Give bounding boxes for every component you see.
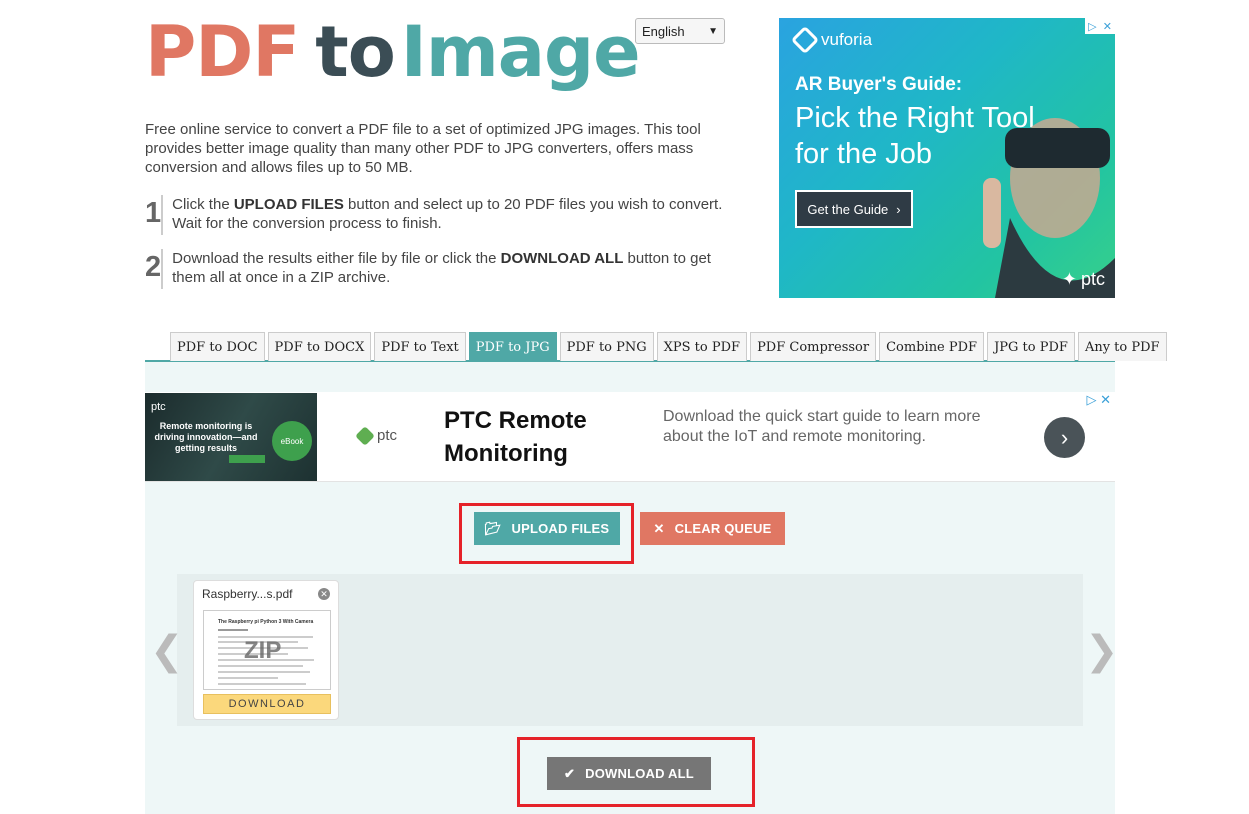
tab-pdf-to-doc[interactable]: PDF to DOC bbox=[170, 332, 265, 361]
step-1: 1 Click the UPLOAD FILES button and sele… bbox=[145, 195, 725, 235]
file-name: Raspberry...s.pdf bbox=[202, 587, 293, 601]
step-number: 1 bbox=[145, 195, 164, 235]
preview-title: The Raspberry pi Python 3 With Camera bbox=[218, 619, 314, 625]
file-preview: The Raspberry pi Python 3 With Camera ZI… bbox=[203, 610, 331, 690]
intro-text: Free online service to convert a PDF fil… bbox=[145, 121, 701, 176]
ar-headset-person-image bbox=[983, 118, 1115, 298]
highlight-box-upload bbox=[459, 503, 634, 564]
close-icon: ✕ bbox=[653, 520, 665, 536]
tab-any-to-pdf[interactable]: Any to PDF bbox=[1077, 332, 1167, 361]
advertisement-banner[interactable]: ptc Remote monitoring is driving innovat… bbox=[145, 392, 1115, 482]
step-text: Download the results either file by file… bbox=[172, 250, 711, 286]
language-select[interactable]: English ▼ bbox=[635, 18, 725, 44]
step-2: 2 Download the results either file by fi… bbox=[145, 249, 725, 289]
ad-brand: vuforia bbox=[790, 25, 872, 55]
ptc-logo-icon: ✦ bbox=[1061, 269, 1077, 289]
site-logo[interactable]: PDF toImage bbox=[145, 11, 641, 93]
thumb-badge: eBook bbox=[272, 421, 312, 461]
tab-combine-pdf[interactable]: Combine PDF bbox=[879, 332, 985, 361]
remove-file-icon[interactable]: ✕ bbox=[318, 588, 330, 600]
highlight-box-download bbox=[517, 737, 755, 807]
ad-choices-icon[interactable]: ▷ ✕ bbox=[1085, 18, 1115, 34]
thumb-logo: ptc bbox=[151, 401, 166, 413]
banner-title[interactable]: PTC Remote Monitoring bbox=[444, 404, 634, 470]
step-number: 2 bbox=[145, 249, 164, 289]
banner-description: Download the quick start guide to learn … bbox=[663, 408, 981, 445]
banner-logo: ptc bbox=[355, 425, 397, 446]
language-selected: English bbox=[642, 23, 685, 39]
tab-pdf-compressor[interactable]: PDF Compressor bbox=[750, 332, 877, 361]
thumb-button bbox=[229, 455, 265, 463]
ptc-logo-icon bbox=[355, 425, 375, 446]
scroll-left-icon[interactable]: ❮ bbox=[150, 628, 184, 674]
tab-pdf-to-png[interactable]: PDF to PNG bbox=[559, 332, 654, 361]
zip-overlay: ZIP bbox=[244, 637, 282, 664]
chevron-right-icon: › bbox=[896, 201, 901, 217]
step-text: Click the UPLOAD FILES button and select… bbox=[172, 196, 723, 232]
vuforia-logo-icon bbox=[790, 25, 820, 55]
tab-jpg-to-pdf[interactable]: JPG to PDF bbox=[987, 332, 1075, 361]
file-card: Raspberry...s.pdf ✕ The Raspberry pi Pyt… bbox=[193, 580, 339, 720]
download-file-button[interactable]: DOWNLOAD bbox=[203, 694, 331, 714]
logo-pdf-text: PDF bbox=[145, 11, 300, 93]
advertisement-right[interactable]: ▷ ✕ vuforia AR Buyer's Guide: Pick the Ri… bbox=[779, 18, 1115, 298]
chevron-right-icon[interactable]: › bbox=[1044, 417, 1085, 458]
tab-pdf-to-jpg[interactable]: PDF to JPG bbox=[468, 332, 557, 361]
thumb-text: Remote monitoring is driving innovation—… bbox=[154, 421, 258, 453]
tab-xps-to-pdf[interactable]: XPS to PDF bbox=[656, 332, 748, 361]
tab-pdf-to-text[interactable]: PDF to Text bbox=[374, 332, 466, 361]
banner-thumbnail: ptc Remote monitoring is driving innovat… bbox=[145, 393, 317, 481]
clear-queue-button[interactable]: ✕ CLEAR QUEUE bbox=[640, 512, 785, 545]
tab-pdf-to-docx[interactable]: PDF to DOCX bbox=[267, 332, 372, 361]
ad-headline: AR Buyer's Guide: bbox=[795, 74, 963, 95]
ad-cta-button[interactable]: Get the Guide › bbox=[795, 190, 913, 228]
scroll-right-icon[interactable]: ❯ bbox=[1085, 628, 1119, 674]
logo-image-text: Image bbox=[400, 11, 641, 93]
logo-to-text: to bbox=[315, 11, 396, 93]
chevron-down-icon: ▼ bbox=[708, 25, 718, 37]
ad-choices-icon[interactable]: ▷ ✕ bbox=[1086, 392, 1111, 408]
ad-sponsor: ✦ ptc bbox=[1061, 269, 1105, 289]
converter-tabs: PDF to DOC PDF to DOCX PDF to Text PDF t… bbox=[145, 332, 1167, 362]
